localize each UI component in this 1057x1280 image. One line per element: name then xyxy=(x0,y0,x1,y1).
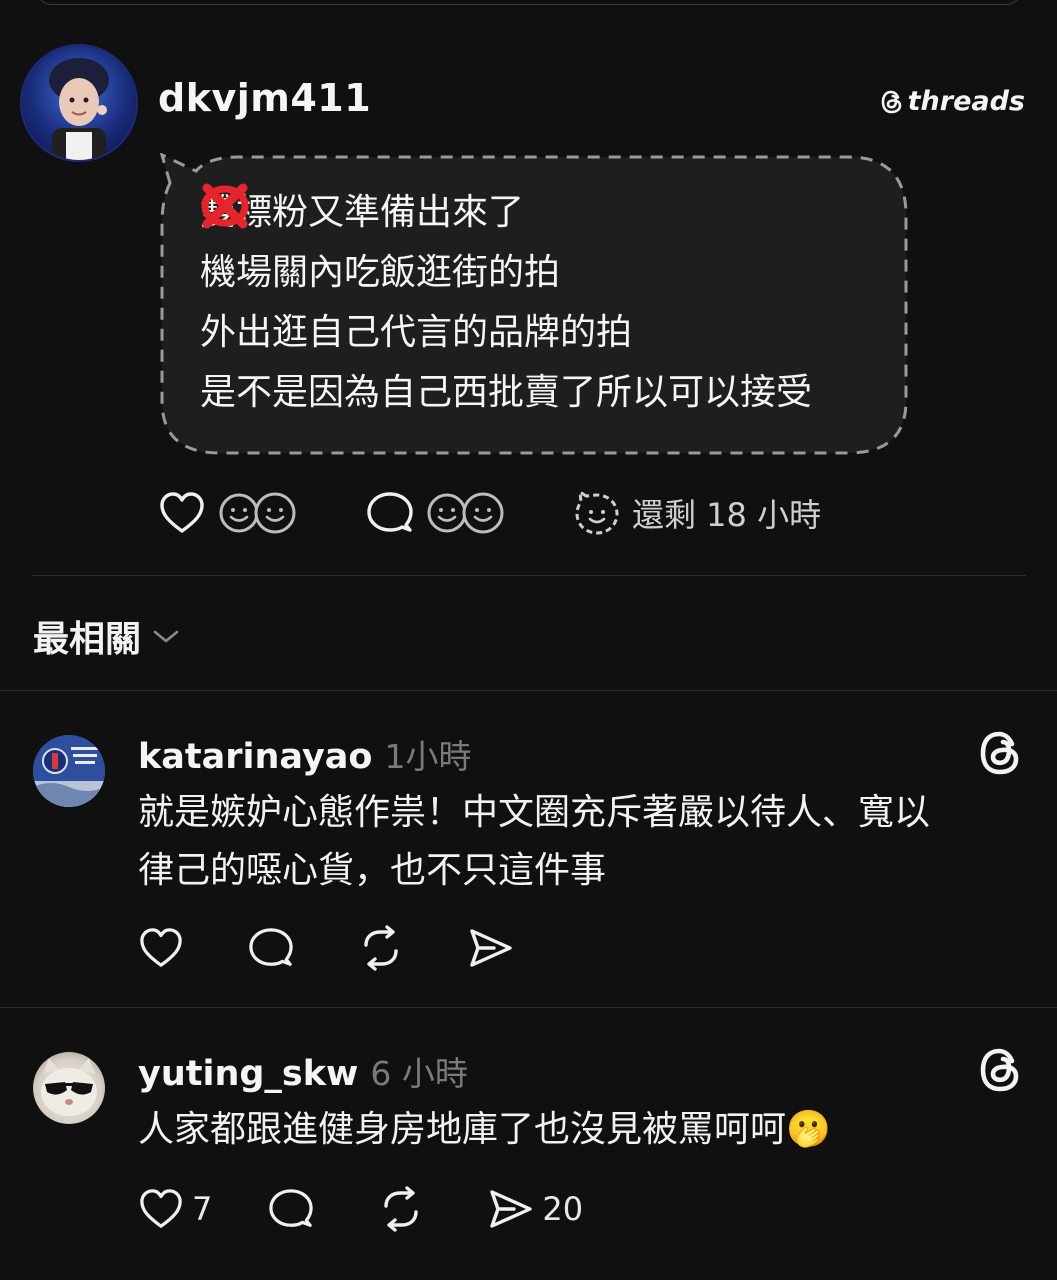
reply-bubble-icon xyxy=(269,1189,314,1227)
threads-logo-icon[interactable] xyxy=(979,1047,1023,1093)
reply-button[interactable] xyxy=(248,926,294,970)
repost-button[interactable] xyxy=(358,925,404,971)
like-count: 7 xyxy=(192,1190,213,1228)
sort-dropdown[interactable]: 最相關 xyxy=(33,610,181,662)
brand-label: threads xyxy=(907,86,1025,117)
heart-icon xyxy=(140,1189,182,1228)
post-line: 是不是因為自己西批賣了所以可以接受 xyxy=(200,372,813,413)
smiley-faces-icon xyxy=(427,492,504,534)
post-speech-bubble: 雙標粉又準備出來了 機場關內吃飯逛街的拍 外出逛自己代言的品牌的拍 是不是因為自… xyxy=(158,153,910,457)
post-actions: 還剩 18 小時 xyxy=(158,490,821,536)
divider xyxy=(0,1007,1057,1008)
heart-icon xyxy=(140,928,182,967)
share-button[interactable]: 20 xyxy=(488,1187,583,1231)
reply-actions xyxy=(138,925,522,971)
avatar[interactable] xyxy=(22,46,136,160)
threads-logo-icon xyxy=(881,90,901,113)
timer-face-icon xyxy=(575,490,619,535)
reply-button[interactable] xyxy=(268,1187,314,1231)
reply-text: 就是嫉妒心態作祟！中文圈充斥著嚴以待人、寬以 律己的噁心貨，也不只這件事 xyxy=(138,784,930,900)
avatar-portrait-icon xyxy=(49,58,109,160)
smiley-faces-icon xyxy=(219,492,296,534)
divider xyxy=(32,575,1026,576)
reply-bubble-icon xyxy=(249,928,293,966)
reply-avatar[interactable] xyxy=(33,1052,105,1124)
sort-label: 最相關 xyxy=(33,619,142,660)
time-remaining-label: 還剩 18 小時 xyxy=(632,496,822,534)
reply-timestamp: 1小時 xyxy=(384,737,472,776)
reply-avatar[interactable] xyxy=(33,735,105,807)
like-button[interactable] xyxy=(158,490,206,536)
heart-icon xyxy=(160,492,204,533)
share-count: 20 xyxy=(542,1190,584,1228)
post-line: 外出逛自己代言的品牌的拍 xyxy=(200,183,812,363)
psg-badge-icon xyxy=(33,735,105,807)
reply-bubble-icon xyxy=(367,492,413,532)
reply-header: katarinayao 1小時 xyxy=(138,730,471,778)
post-line: 機場關內吃飯逛街的拍 xyxy=(200,185,812,303)
reply-timestamp: 6 小時 xyxy=(370,1054,468,1093)
send-icon xyxy=(470,929,512,967)
divider xyxy=(0,690,1057,691)
reply-username[interactable]: katarinayao xyxy=(138,737,372,777)
share-button[interactable] xyxy=(468,926,522,970)
reply-line: 人家都跟進健身房地庫了也沒見被罵呵呵🫢 xyxy=(138,1109,831,1150)
like-reactions[interactable] xyxy=(216,490,302,536)
previous-card-edge xyxy=(36,0,1022,5)
reply-text: 人家都跟進健身房地庫了也沒見被罵呵呵🫢 xyxy=(138,1101,831,1159)
repost-icon xyxy=(364,925,398,971)
reply-header: yuting_skw 6 小時 xyxy=(138,1047,468,1095)
chevron-down-icon xyxy=(153,630,179,643)
threads-brand: threads xyxy=(880,86,1025,117)
reply-line: 就是嫉妒心態作祟！中文圈充斥著嚴以待人、寬以 xyxy=(138,792,931,833)
send-icon xyxy=(490,1190,533,1228)
like-button[interactable]: 7 xyxy=(138,1187,212,1231)
repost-icon xyxy=(384,1186,419,1232)
threads-logo-icon[interactable] xyxy=(979,730,1023,776)
reply-reactions[interactable] xyxy=(424,490,510,536)
like-button[interactable] xyxy=(138,926,192,970)
timer-indicator: 還剩 18 小時 xyxy=(574,490,821,536)
reply-username[interactable]: yuting_skw xyxy=(138,1054,358,1094)
post-text: 雙標粉又準備出來了 機場關內吃飯逛街的拍 外出逛自己代言的品牌的拍 是不是因為自… xyxy=(200,183,812,423)
reply-actions: 7 20 xyxy=(138,1186,583,1232)
cat-sunglasses-icon xyxy=(41,1058,97,1116)
post-line: 雙標粉又準備出來了 xyxy=(200,192,525,233)
repost-button[interactable] xyxy=(378,1186,424,1232)
reply-line: 律己的噁心貨，也不只這件事 xyxy=(138,850,607,891)
reply-button[interactable] xyxy=(366,490,414,536)
post-author-username[interactable]: dkvjm411 xyxy=(158,76,371,120)
